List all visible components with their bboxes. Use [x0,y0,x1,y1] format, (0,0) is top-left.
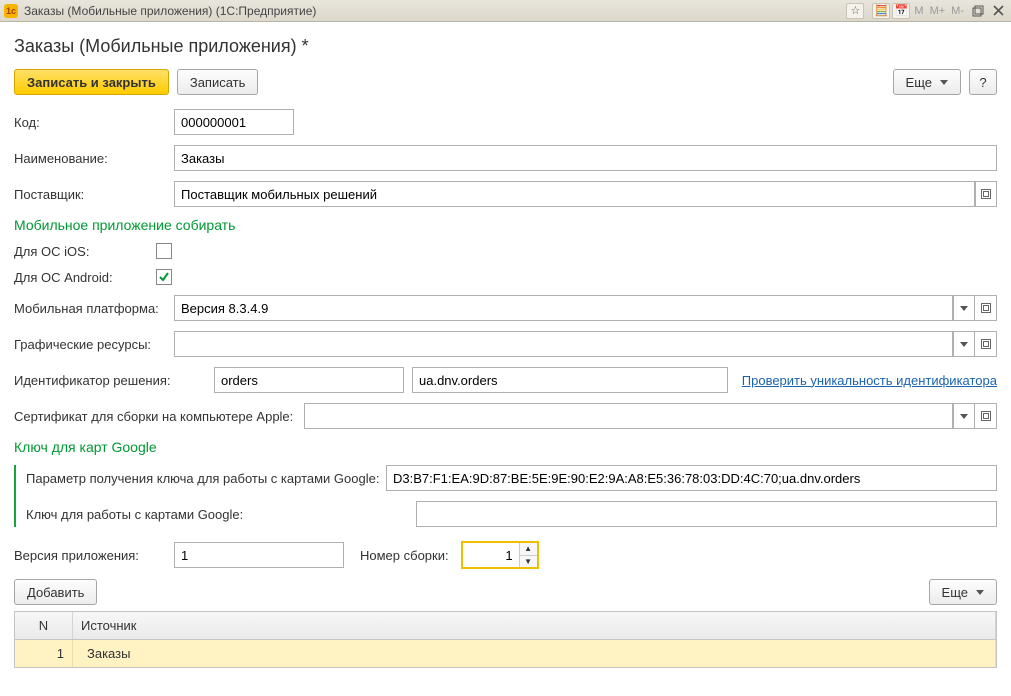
window-restore-icon[interactable] [969,3,987,19]
window-title: Заказы (Мобильные приложения) (1С:Предпр… [24,4,316,18]
col-header-n[interactable]: N [15,612,73,639]
code-label: Код: [14,115,174,130]
build-number-spinner[interactable]: ▲ ▼ [461,541,539,569]
name-label: Наименование: [14,151,174,166]
solution-id-label: Идентификатор решения: [14,373,214,388]
platform-dropdown-button[interactable] [953,295,975,321]
app-version-label: Версия приложения: [14,548,174,563]
graphics-dropdown-button[interactable] [953,331,975,357]
google-param-input[interactable] [386,465,997,491]
android-label: Для ОС Android: [14,270,156,285]
write-button[interactable]: Записать [177,69,259,95]
google-key-input[interactable] [416,501,997,527]
solution-id-short-input[interactable] [214,367,404,393]
name-input[interactable] [174,145,997,171]
app-version-input[interactable] [174,542,344,568]
platform-label: Мобильная платформа: [14,301,174,316]
titlebar: 1c Заказы (Мобильные приложения) (1С:Пре… [0,0,1011,22]
mem-mplus: M+ [930,5,946,17]
code-input[interactable] [174,109,294,135]
graphics-label: Графические ресурсы: [14,337,174,352]
google-key-label: Ключ для работы с картами Google: [26,507,386,522]
sources-table: N Источник 1 Заказы [14,611,997,668]
spinner-down-icon[interactable]: ▼ [520,555,537,568]
sources-more-button[interactable]: Еще [929,579,997,605]
col-header-source[interactable]: Источник [73,612,996,639]
android-checkbox[interactable] [156,269,172,285]
vendor-label: Поставщик: [14,187,174,202]
google-param-label: Параметр получения ключа для работы с ка… [26,471,386,486]
mem-mminus: M- [951,5,964,17]
window-close-icon[interactable] [989,3,1007,19]
favorite-icon[interactable]: ☆ [846,3,864,19]
build-section-title: Мобильное приложение собирать [14,217,997,233]
table-row[interactable]: 1 Заказы [15,640,996,667]
add-source-button[interactable]: Добавить [14,579,97,605]
mem-m: M [914,5,923,17]
check-uniqueness-link[interactable]: Проверить уникальность идентификатора [742,373,997,388]
platform-open-button[interactable] [975,295,997,321]
cell-n: 1 [15,640,73,667]
page-title: Заказы (Мобильные приложения) * [14,36,997,57]
apple-cert-label: Сертификат для сборки на компьютере Appl… [14,409,304,424]
platform-input[interactable] [174,295,953,321]
solution-id-full-input[interactable] [412,367,728,393]
write-and-close-button[interactable]: Записать и закрыть [14,69,169,95]
vendor-open-button[interactable] [975,181,997,207]
apple-cert-open-button[interactable] [975,403,997,429]
spinner-up-icon[interactable]: ▲ [520,543,537,555]
form-toolbar: Записать и закрыть Записать Еще ? [14,69,997,95]
ios-checkbox[interactable] [156,243,172,259]
vendor-input[interactable] [174,181,975,207]
build-number-input[interactable] [463,543,519,567]
graphics-open-button[interactable] [975,331,997,357]
more-button[interactable]: Еще [893,69,961,95]
cell-source: Заказы [73,640,996,667]
app-logo-icon: 1c [4,4,18,18]
graphics-input[interactable] [174,331,953,357]
google-section-title: Ключ для карт Google [14,439,997,455]
calculator-icon[interactable]: 🧮 [872,3,890,19]
ios-label: Для ОС iOS: [14,244,156,259]
apple-cert-input[interactable] [304,403,953,429]
calendar-icon[interactable]: 📅 [892,3,910,19]
apple-cert-dropdown-button[interactable] [953,403,975,429]
build-number-label: Номер сборки: [360,548,449,563]
help-button[interactable]: ? [969,69,997,95]
